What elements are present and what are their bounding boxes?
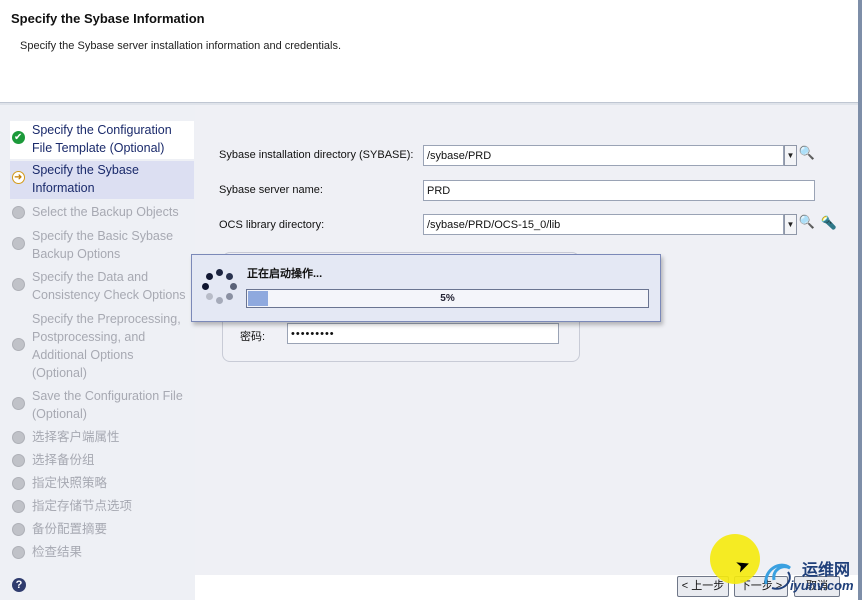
install-dir-combobox[interactable]: /sybase/PRD xyxy=(423,145,784,166)
progress-title: 正在启动操作... xyxy=(247,268,323,280)
password-label: 密码: xyxy=(240,331,266,343)
pending-dot-icon xyxy=(12,397,25,410)
step-data-consistency[interactable]: Specify the Data and Consistency Check Op… xyxy=(10,268,194,306)
pending-dot-icon xyxy=(12,206,25,219)
ocs-library-label: OCS library directory: xyxy=(219,219,325,231)
pending-dot-icon xyxy=(12,500,25,513)
pending-dot-icon xyxy=(12,546,25,559)
pending-dot-icon xyxy=(12,454,25,467)
step-basic-backup-options[interactable]: Specify the Basic Sybase Backup Options xyxy=(10,227,194,265)
password-input[interactable]: ••••••••• xyxy=(287,323,559,344)
loading-spinner-icon xyxy=(200,268,240,308)
page-subtitle: Specify the Sybase server installation i… xyxy=(20,40,342,52)
step-label: 备份配置摘要 xyxy=(32,522,108,536)
progress-percent: 5% xyxy=(440,293,455,304)
watermark: 运维网 iyunv.com xyxy=(762,556,858,596)
step-storage-node[interactable]: 指定存储节点选项 xyxy=(10,497,194,517)
step-label: 选择备份组 xyxy=(32,453,95,467)
step-label: 选择客户端属性 xyxy=(32,430,120,444)
step-label: Specify the Data and Consistency Check Op… xyxy=(32,270,186,302)
watermark-text: 运维网 xyxy=(802,562,851,579)
step-sybase-information[interactable]: Specify the SybaseInformation xyxy=(10,161,194,199)
step-config-template[interactable]: Specify the ConfigurationFile Template (… xyxy=(10,121,194,159)
install-dir-label: Sybase installation directory (SYBASE): xyxy=(219,149,414,161)
help-icon[interactable]: ? xyxy=(12,578,26,592)
ocs-library-combobox[interactable]: /sybase/PRD/OCS-15_0/lib xyxy=(423,214,784,235)
step-label: Select the Backup Objects xyxy=(32,205,179,219)
pending-dot-icon xyxy=(12,338,25,351)
step-save-config[interactable]: Save the Configuration File (Optional) xyxy=(10,387,194,425)
pending-dot-icon xyxy=(12,431,25,444)
chevron-down-icon[interactable]: ▼ xyxy=(784,145,797,166)
step-check-results[interactable]: 检查结果 xyxy=(10,543,194,563)
watermark-url: iyunv.com xyxy=(790,578,854,593)
step-label: Save the Configuration File (Optional) xyxy=(32,389,183,421)
step-backup-objects[interactable]: Select the Backup Objects xyxy=(10,203,194,223)
step-label: Specify the Preprocessing, Postprocessing… xyxy=(32,312,181,380)
page-header: Specify the Sybase Information Specify t… xyxy=(0,0,858,103)
step-label: Specify the Configuration File Template (… xyxy=(32,123,172,155)
pending-dot-icon xyxy=(12,278,25,291)
progress-bar: 5% xyxy=(246,289,649,308)
pending-dot-icon xyxy=(12,523,25,536)
step-label: Specify the Sybase Information xyxy=(32,163,140,195)
magnifier-icon[interactable]: 🔍 xyxy=(798,144,816,162)
step-snapshot-policy[interactable]: 指定快照策略 xyxy=(10,474,194,494)
step-backup-group[interactable]: 选择备份组 xyxy=(10,451,194,471)
server-name-input[interactable]: PRD xyxy=(423,180,815,201)
pending-dot-icon xyxy=(12,477,25,490)
page-title: Specify the Sybase Information xyxy=(11,11,205,26)
step-backup-summary[interactable]: 备份配置摘要 xyxy=(10,520,194,540)
step-label: Specify the Basic Sybase Backup Options xyxy=(32,229,174,261)
wizard-step-list: Specify the ConfigurationFile Template (… xyxy=(0,105,195,600)
window-edge xyxy=(858,0,862,600)
step-label: 指定存储节点选项 xyxy=(32,499,133,513)
server-name-label: Sybase server name: xyxy=(219,184,323,196)
progress-dialog: 正在启动操作... 5% xyxy=(191,254,661,322)
chevron-down-icon[interactable]: ▼ xyxy=(784,214,797,235)
step-label: 指定快照策略 xyxy=(32,476,108,490)
step-pre-post-processing[interactable]: Specify the Preprocessing, Postprocessing… xyxy=(10,310,194,384)
step-client-properties[interactable]: 选择客户端属性 xyxy=(10,428,194,448)
arrow-right-icon xyxy=(12,169,25,187)
step-label: 检查结果 xyxy=(32,545,83,559)
flashlight-icon[interactable]: 🔦 xyxy=(820,214,838,232)
magnifier-icon[interactable]: 🔍 xyxy=(798,213,816,231)
check-icon xyxy=(12,129,25,147)
pending-dot-icon xyxy=(12,237,25,250)
